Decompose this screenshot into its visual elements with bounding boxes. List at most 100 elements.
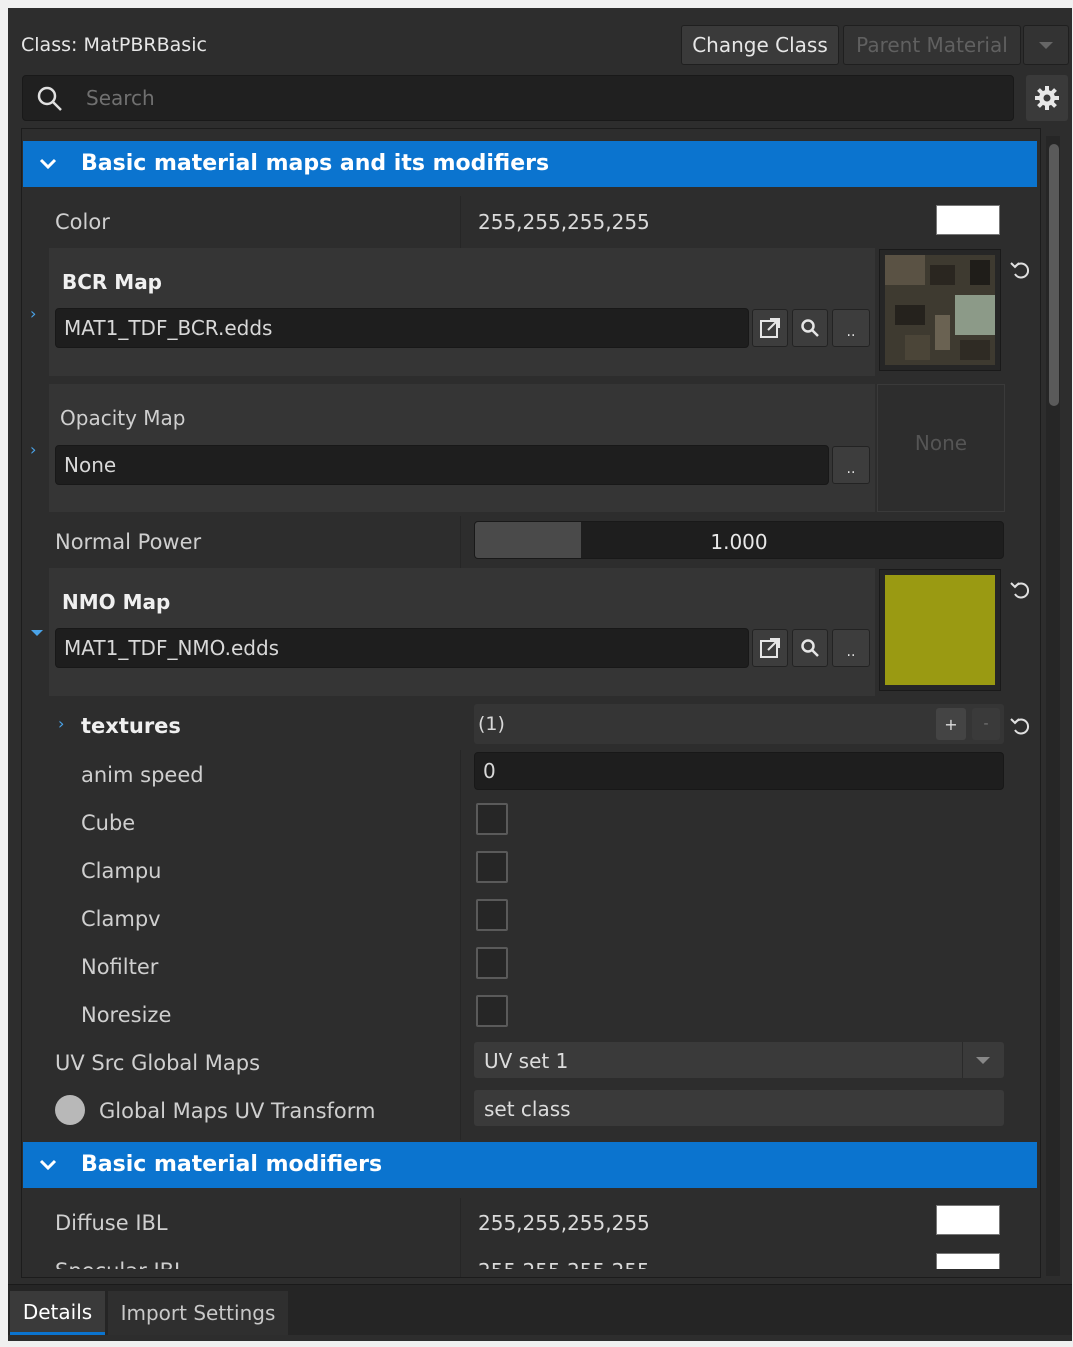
plus-icon: + xyxy=(944,714,958,734)
column-divider xyxy=(460,516,461,568)
parent-material-button[interactable]: Parent Material xyxy=(843,25,1021,65)
clampu-label: Clampu xyxy=(81,859,162,883)
nmo-map-thumbnail[interactable] xyxy=(879,569,1001,691)
normal-power-value: 1.000 xyxy=(710,530,768,554)
chevron-down-icon xyxy=(976,1057,990,1064)
search-placeholder: Search xyxy=(86,86,155,110)
textures-count: (1) xyxy=(478,713,505,735)
nofilter-label: Nofilter xyxy=(81,955,159,979)
nmo-map-title: NMO Map xyxy=(62,590,171,614)
color-swatch[interactable] xyxy=(936,205,1000,235)
chevron-down-icon xyxy=(39,158,57,170)
column-divider xyxy=(460,1040,461,1140)
clampv-checkbox[interactable] xyxy=(476,899,508,931)
open-external-button[interactable] xyxy=(752,629,788,667)
cube-label: Cube xyxy=(81,811,136,835)
reset-icon[interactable] xyxy=(1009,578,1031,600)
bcr-map-thumbnail[interactable] xyxy=(879,249,1001,371)
opacity-map-thumbnail[interactable]: None xyxy=(877,384,1005,512)
change-class-button[interactable]: Change Class xyxy=(681,25,839,65)
open-external-icon xyxy=(760,638,780,658)
chevron-down-icon[interactable] xyxy=(30,628,44,638)
opacity-map-value: None xyxy=(64,453,117,477)
clampv-label: Clampv xyxy=(81,907,161,931)
browse-search-button[interactable] xyxy=(792,629,828,667)
diffuse-ibl-value: 255,255,255,255 xyxy=(478,1211,650,1235)
uv-src-dropdown[interactable]: UV set 1 xyxy=(474,1042,1004,1078)
bottom-tab-bar: Details Import Settings xyxy=(8,1284,1072,1335)
ellipsis-icon: .. xyxy=(846,324,856,340)
more-options-button[interactable]: .. xyxy=(832,629,870,667)
uv-src-value: UV set 1 xyxy=(484,1049,569,1073)
details-panel: Class: MatPBRBasic Change Class Parent M… xyxy=(8,8,1072,1341)
section-header-basic-maps[interactable]: Basic material maps and its modifiers xyxy=(23,141,1037,187)
search-icon xyxy=(801,639,819,657)
more-options-button[interactable]: .. xyxy=(832,309,870,347)
scrollbar-thumb[interactable] xyxy=(1049,144,1059,406)
uv-transform-value: set class xyxy=(484,1097,571,1121)
search-icon xyxy=(37,86,62,111)
anim-speed-field[interactable]: 0 xyxy=(474,752,1004,790)
search-box[interactable]: Search xyxy=(22,75,1014,121)
section-title: Basic material maps and its modifiers xyxy=(81,151,550,176)
nofilter-checkbox[interactable] xyxy=(476,947,508,979)
uv-transform-button[interactable]: set class xyxy=(474,1090,1004,1126)
noresize-label: Noresize xyxy=(81,1003,172,1027)
class-label: Class: xyxy=(21,34,78,56)
normal-power-label: Normal Power xyxy=(55,530,202,554)
column-divider xyxy=(460,196,461,248)
settings-button[interactable] xyxy=(1026,75,1068,121)
specular-ibl-row-clipped: Specular IBL 255,255,255,255 xyxy=(8,1252,1044,1269)
chevron-down-icon xyxy=(1039,41,1053,49)
specular-ibl-value: 255,255,255,255 xyxy=(478,1259,650,1269)
diffuse-ibl-label: Diffuse IBL xyxy=(55,1211,168,1235)
normal-power-slider[interactable]: 1.000 xyxy=(474,521,1004,559)
nmo-map-field[interactable]: MAT1_TDF_NMO.edds xyxy=(55,628,749,668)
nmo-map-value: MAT1_TDF_NMO.edds xyxy=(64,636,280,660)
clampu-checkbox[interactable] xyxy=(476,851,508,883)
parent-material-label: Parent Material xyxy=(856,33,1008,57)
browse-search-button[interactable] xyxy=(792,309,828,347)
textures-array-row: (1) + - xyxy=(474,704,1004,744)
chevron-right-icon[interactable]: › xyxy=(30,304,36,323)
change-class-label: Change Class xyxy=(692,33,828,57)
chevron-right-icon[interactable]: › xyxy=(58,714,64,733)
open-external-button[interactable] xyxy=(752,309,788,347)
remove-element-button[interactable]: - xyxy=(972,708,1000,740)
opacity-map-title: Opacity Map xyxy=(60,406,186,430)
opacity-map-field[interactable]: None xyxy=(55,445,829,485)
search-icon xyxy=(801,319,819,337)
uv-transform-label: Global Maps UV Transform xyxy=(99,1099,376,1123)
tab-details[interactable]: Details xyxy=(10,1291,105,1335)
dropdown-divider xyxy=(962,1042,963,1078)
color-label: Color xyxy=(55,210,110,234)
texture-preview xyxy=(885,255,995,365)
section-header-basic-modifiers[interactable]: Basic material modifiers xyxy=(23,1142,1037,1188)
more-options-button[interactable]: .. xyxy=(832,446,870,484)
column-divider xyxy=(460,750,461,1040)
class-indicator: Class: MatPBRBasic xyxy=(21,34,207,56)
bcr-map-field[interactable]: MAT1_TDF_BCR.edds xyxy=(55,308,749,348)
bcr-map-value: MAT1_TDF_BCR.edds xyxy=(64,316,273,340)
ellipsis-icon: .. xyxy=(846,644,856,660)
open-external-icon xyxy=(760,318,780,338)
diffuse-ibl-swatch[interactable] xyxy=(936,1205,1000,1235)
chevron-right-icon[interactable]: › xyxy=(30,440,36,459)
reset-icon[interactable] xyxy=(1009,714,1031,736)
bcr-map-title: BCR Map xyxy=(62,270,162,294)
ellipsis-icon: .. xyxy=(846,461,856,477)
color-value: 255,255,255,255 xyxy=(478,210,650,234)
textures-label: textures xyxy=(81,714,181,738)
reset-icon[interactable] xyxy=(1009,258,1031,280)
section-title: Basic material modifiers xyxy=(81,1152,383,1177)
noresize-checkbox[interactable] xyxy=(476,995,508,1027)
cube-checkbox[interactable] xyxy=(476,803,508,835)
tab-details-label: Details xyxy=(22,1299,93,1324)
anim-speed-value: 0 xyxy=(483,759,496,783)
specular-ibl-swatch[interactable] xyxy=(936,1253,1000,1269)
parent-material-dropdown[interactable] xyxy=(1023,25,1069,65)
tab-import-settings[interactable]: Import Settings xyxy=(108,1291,288,1335)
texture-preview xyxy=(885,575,995,685)
thumbnail-none-label: None xyxy=(914,431,968,455)
add-element-button[interactable]: + xyxy=(936,708,966,740)
